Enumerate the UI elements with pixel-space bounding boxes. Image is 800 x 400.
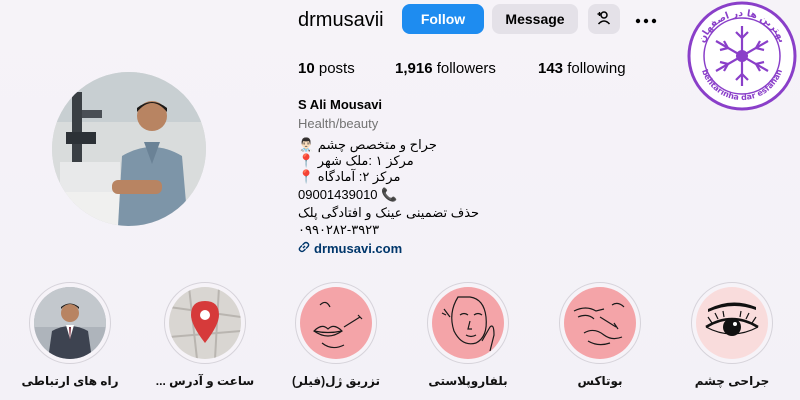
posts-stat: 10 posts (298, 60, 355, 77)
profile-category: Health/beauty (298, 116, 379, 131)
bio-line: مرکز ۲: آمادگاه 📍 (298, 169, 401, 184)
highlight-label: راه های ارتباطی (21, 374, 119, 388)
follow-button[interactable]: Follow (402, 4, 484, 34)
highlight-ring[interactable] (164, 282, 246, 364)
highlight-ring[interactable] (29, 282, 111, 364)
map-pin-icon (169, 287, 241, 359)
lips-injection-icon (300, 287, 372, 359)
bio-line: ۰۹۹۰۲۸۲-۳۹۲۳ (298, 222, 380, 237)
followers-stat[interactable]: 1,916 followers (395, 60, 496, 77)
full-name: S Ali Mousavi (298, 97, 383, 112)
followers-label: followers (436, 60, 496, 77)
following-count: 143 (538, 60, 564, 77)
posts-count: 10 (298, 60, 315, 77)
face-line-art-icon (432, 287, 504, 359)
posts-label: posts (318, 60, 355, 77)
website-text: drmusavi.com (314, 241, 403, 256)
profile-username: drmusavii (298, 9, 384, 31)
highlight-label: جراحی چشم (694, 374, 770, 388)
story-highlight[interactable]: جراحی چشم (682, 282, 782, 388)
story-highlight[interactable]: ساعت و آدرس ... (155, 282, 255, 388)
highlight-ring[interactable] (295, 282, 377, 364)
hands-injection-icon (564, 287, 636, 359)
more-options-button[interactable] (630, 4, 662, 34)
bio-phone: 09001439010 📞 (298, 187, 398, 202)
highlight-label: تزریق ژل(فیلر) (292, 374, 380, 388)
story-highlight[interactable]: بوتاکس (550, 282, 650, 388)
website-link[interactable]: drmusavi.com (298, 241, 402, 256)
doctor-photo-icon (34, 287, 106, 359)
highlight-ring[interactable] (691, 282, 773, 364)
suggest-accounts-button[interactable] (588, 4, 620, 34)
story-highlight[interactable]: تزریق ژل(فیلر) (286, 282, 386, 388)
following-label: following (567, 60, 626, 77)
highlight-label: ساعت و آدرس ... (155, 374, 255, 388)
link-icon (298, 241, 310, 256)
story-highlight[interactable]: راه های ارتباطی (20, 282, 120, 388)
highlight-label: بلفاروپلاستی (428, 374, 508, 388)
eye-icon (696, 287, 768, 359)
profile-avatar[interactable] (52, 72, 206, 226)
brand-badge-logo: بهترین ها در اصفهان behtarinha dar esfah… (686, 0, 798, 112)
add-person-icon (596, 10, 612, 29)
followers-count: 1,916 (395, 60, 433, 77)
bio-line: حذف تضمینی عینک و افتادگی پلک (298, 205, 480, 220)
story-highlight[interactable]: بلفاروپلاستی (418, 282, 518, 388)
following-stat[interactable]: 143 following (538, 60, 626, 77)
highlight-ring[interactable] (559, 282, 641, 364)
message-button[interactable]: Message (492, 4, 578, 34)
highlight-label: بوتاکس (577, 374, 623, 388)
more-dots-icon (635, 11, 657, 27)
highlight-ring[interactable] (427, 282, 509, 364)
